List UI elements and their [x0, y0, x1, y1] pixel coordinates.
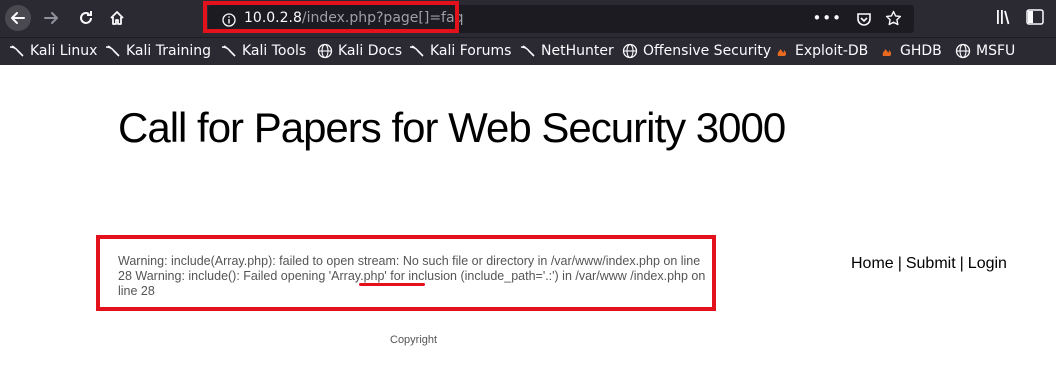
home-button[interactable]	[104, 5, 130, 31]
globe-icon	[316, 42, 334, 60]
bookmark-offensive-security[interactable]: Offensive Security	[621, 41, 771, 61]
annotation-underline	[359, 283, 425, 286]
nav-home-link[interactable]: Home	[851, 255, 894, 272]
bookmark-label: Kali Linux	[30, 43, 98, 59]
pocket-icon[interactable]	[856, 11, 872, 31]
exploit-db-icon	[878, 42, 896, 60]
bookmark-label: MSFU	[976, 43, 1016, 59]
bookmark-label: Kali Training	[126, 43, 211, 59]
bookmark-label: NetHunter	[541, 43, 614, 59]
back-button[interactable]	[5, 5, 31, 31]
bookmark-exploit-db[interactable]: Exploit-DB	[773, 41, 868, 61]
bookmark-kali-docs[interactable]: Kali Docs	[316, 41, 402, 61]
bookmark-label: Offensive Security	[643, 43, 772, 59]
globe-icon	[621, 42, 639, 60]
bookmark-kali-forums[interactable]: Kali Forums	[408, 41, 511, 61]
bookmark-label: Kali Forums	[430, 43, 512, 59]
kali-dragon-icon	[220, 42, 238, 60]
bookmark-kali-training[interactable]: Kali Training	[104, 41, 211, 61]
bookmarks-toolbar: Kali Linux Kali Training Kali Tools Kali…	[0, 37, 1056, 65]
page-title: Call for Papers for Web Security 3000	[118, 104, 786, 151]
nav-separator: |	[959, 255, 964, 272]
kali-dragon-icon	[104, 42, 122, 60]
bookmark-star-icon[interactable]	[885, 10, 902, 31]
site-nav: Home | Submit | Login	[851, 255, 1007, 273]
globe-icon	[954, 42, 972, 60]
bookmark-label: Kali Docs	[338, 43, 403, 59]
nav-login-link[interactable]: Login	[968, 255, 1007, 272]
bookmark-label: Exploit-DB	[795, 43, 869, 59]
reload-button[interactable]	[73, 5, 99, 31]
kali-dragon-icon	[408, 42, 426, 60]
kali-dragon-icon	[519, 42, 537, 60]
bookmark-msfu[interactable]: MSFU	[954, 41, 1015, 61]
kali-dragon-icon	[8, 42, 26, 60]
sidebar-icon[interactable]	[1026, 9, 1044, 29]
bookmark-nethunter[interactable]: NetHunter	[519, 41, 614, 61]
bookmark-ghdb[interactable]: GHDB	[878, 41, 942, 61]
warning-highlight: 'Array.php'	[328, 269, 387, 283]
bookmark-label: GHDB	[900, 43, 942, 59]
reload-icon	[80, 11, 92, 24]
forward-button[interactable]	[38, 5, 64, 31]
nav-submit-link[interactable]: Submit	[906, 255, 956, 272]
nav-separator: |	[897, 255, 902, 272]
bookmark-label: Kali Tools	[242, 43, 307, 59]
bookmark-kali-linux[interactable]: Kali Linux	[8, 41, 97, 61]
arrow-left-icon	[11, 12, 25, 24]
footer-copyright: Copyright	[390, 334, 438, 346]
home-icon	[110, 11, 124, 25]
library-icon[interactable]	[996, 9, 1014, 29]
url-annotation-box	[203, 1, 459, 33]
exploit-db-icon	[773, 42, 791, 60]
bookmark-kali-tools[interactable]: Kali Tools	[220, 41, 306, 61]
php-warning-message: Warning: include(Array.php): failed to o…	[118, 254, 710, 299]
page-actions-menu-icon[interactable]: •••	[812, 9, 842, 27]
browser-toolbar: 10.0.2.8/index.php?page[]=faq •••	[0, 0, 1056, 37]
arrow-right-icon	[44, 12, 58, 24]
